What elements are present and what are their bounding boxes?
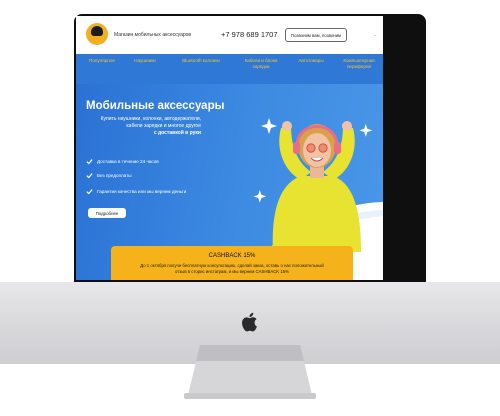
benefit-label: Без предоплаты xyxy=(97,173,132,178)
nav-item-popular[interactable]: Популярное xyxy=(84,58,120,64)
cashback-text: До 1 октября получи бесплатную консульта… xyxy=(125,263,339,275)
main-nav: Популярное Наушники Bluetooth колонки Ка… xyxy=(76,54,383,84)
cashback-title: CASHBACK 15% xyxy=(208,253,256,259)
check-icon xyxy=(86,173,93,179)
site-tagline: Магазин мобильных аксессуаров xyxy=(114,32,192,38)
benefit-label: Доставка в течение 24 часов xyxy=(97,159,159,164)
nav-item-cables[interactable]: Кабели и блоки зарядки xyxy=(241,58,281,69)
nav-item-speakers[interactable]: Bluetooth колонки xyxy=(172,58,230,64)
hero-person-image xyxy=(253,118,373,252)
more-button[interactable]: Подробнее xyxy=(88,208,126,218)
benefit-label: Гарантия качества или мы вернем деньги xyxy=(97,189,187,194)
website-screen: Магазин мобильных аксессуаров +7 978 689… xyxy=(76,16,383,280)
check-icon xyxy=(86,189,93,195)
check-icon xyxy=(86,159,93,165)
logo-icon[interactable] xyxy=(86,23,108,45)
header-separator: · xyxy=(374,33,376,39)
apple-icon xyxy=(242,312,257,332)
hero-title: Мобильные аксессуары xyxy=(86,100,225,112)
hero-subtitle-bold: с доставкой в руки xyxy=(153,130,201,136)
benefit-guarantee: Гарантия качества или мы вернем деньги xyxy=(86,188,186,195)
phone-number[interactable]: +7 978 689 1707 xyxy=(221,30,278,39)
cashback-line-1: До 1 октября получи бесплатную консульта… xyxy=(140,263,324,268)
nav-item-peripherals[interactable]: Компьютерная периферия xyxy=(338,58,380,69)
cashback-banner: CASHBACK 15% До 1 октября получи бесплат… xyxy=(111,246,353,280)
callback-button[interactable]: Позвоним вам, позвоним xyxy=(285,28,347,42)
benefit-no-prepay: Без предоплаты xyxy=(86,172,132,179)
nav-item-auto[interactable]: Автотовары xyxy=(292,58,330,64)
cashback-line-2: отзыв в сторис инстаграм, и мы вернем CA… xyxy=(175,269,289,274)
hero-subtitle-text: Купить наушники, колонки, автодержатели,… xyxy=(100,116,201,129)
nav-item-headphones[interactable]: Наушники xyxy=(128,58,162,64)
hero-subtitle: Купить наушники, колонки, автодержатели,… xyxy=(86,116,201,137)
benefit-delivery: Доставка в течение 24 часов xyxy=(86,158,159,165)
hero-section: Мобильные аксессуары Купить наушники, ко… xyxy=(76,84,383,280)
monitor-stand xyxy=(184,345,316,399)
site-header: Магазин мобильных аксессуаров +7 978 689… xyxy=(76,16,383,54)
